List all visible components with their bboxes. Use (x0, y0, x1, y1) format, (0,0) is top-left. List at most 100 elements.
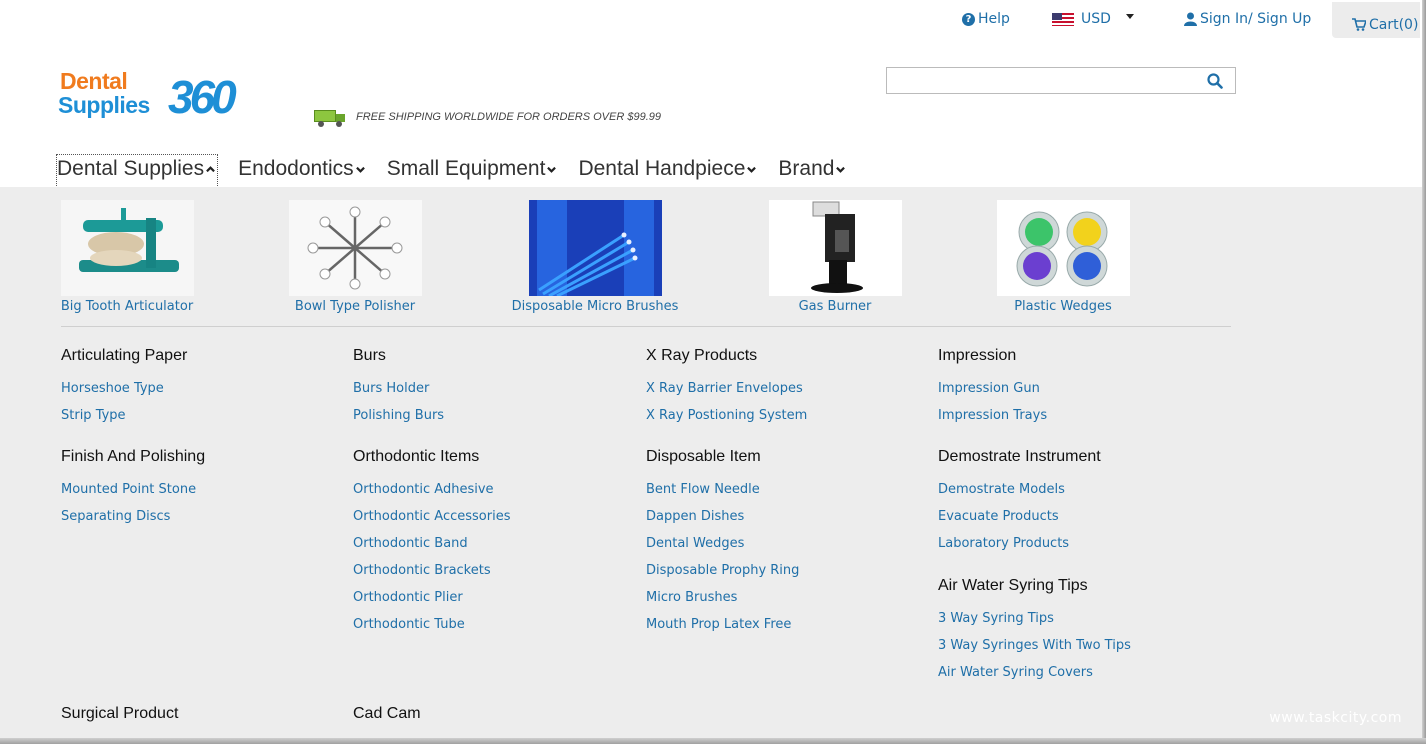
featured-product-name[interactable]: Plastic Wedges (978, 299, 1148, 314)
featured-product-name[interactable]: Big Tooth Articulator (42, 299, 212, 314)
category-title[interactable]: Burs (353, 347, 444, 365)
category-disposable-item: Disposable Item Bent Flow Needle Dappen … (646, 448, 799, 638)
featured-product[interactable]: Bowl Type Polisher (270, 200, 440, 314)
category-link[interactable]: Orthodontic Tube (353, 611, 511, 638)
category-title[interactable]: Surgical Product (61, 705, 229, 723)
nav-dental-handpiece[interactable]: Dental Handpiece (578, 154, 758, 188)
category-x-ray-products: X Ray Products X Ray Barrier Envelopes X… (646, 347, 807, 429)
featured-product-name[interactable]: Gas Burner (750, 299, 920, 314)
category-link[interactable]: Impression Trays (938, 402, 1047, 429)
category-title[interactable]: Air Water Syring Tips (938, 577, 1131, 595)
category-orthodontic-items: Orthodontic Items Orthodontic Adhesive O… (353, 448, 511, 638)
category-link[interactable]: X Ray Barrier Envelopes (646, 375, 807, 402)
featured-product[interactable]: Big Tooth Articulator (42, 200, 212, 314)
nav-label: Dental Handpiece (578, 157, 746, 180)
category-link[interactable]: Strip Type (61, 402, 187, 429)
currency-selector[interactable]: USD (1052, 11, 1111, 27)
cart-label: Cart(0) (1369, 16, 1419, 33)
category-articulating-paper: Articulating Paper Horseshoe Type Strip … (61, 347, 187, 429)
us-flag-icon (1052, 12, 1074, 26)
nav-dental-supplies[interactable]: Dental Supplies (56, 154, 219, 188)
micro-brushes-image[interactable] (528, 200, 662, 296)
divider (61, 326, 1231, 327)
category-link[interactable]: Demostrate Models (938, 476, 1101, 503)
nav-label: Small Equipment (386, 157, 546, 180)
category-link[interactable]: Burs Holder (353, 375, 444, 402)
category-link[interactable]: Dappen Dishes (646, 503, 799, 530)
category-title[interactable]: Cad Cam (353, 705, 421, 723)
category-link[interactable]: Impression Gun (938, 375, 1047, 402)
category-link[interactable]: Polishing Burs (353, 402, 444, 429)
category-link[interactable]: 3 Way Syring Tips (938, 605, 1131, 632)
category-link[interactable]: Separating Discs (61, 503, 205, 530)
featured-product-name[interactable]: Bowl Type Polisher (270, 299, 440, 314)
category-link[interactable]: Orthodontic Band (353, 530, 511, 557)
category-title[interactable]: Demostrate Instrument (938, 448, 1101, 466)
category-link[interactable]: Horseshoe Type (61, 375, 187, 402)
category-link[interactable]: X Ray Postioning System (646, 402, 807, 429)
logo-number: 360 (168, 71, 237, 123)
category-link[interactable]: Disposable Prophy Ring (646, 557, 799, 584)
logo-word-supplies: Supplies (58, 92, 150, 118)
watermark: www.taskcity.com (1269, 710, 1402, 726)
category-title[interactable]: X Ray Products (646, 347, 807, 365)
category-link[interactable]: Laboratory Products (938, 530, 1101, 557)
currency-label: USD (1081, 11, 1111, 27)
help-label: Help (978, 11, 1010, 27)
truck-icon (314, 108, 346, 127)
main-nav: Dental Supplies Endodontics Small Equipm… (56, 154, 867, 188)
chevron-up-icon (206, 165, 215, 172)
search-icon[interactable] (1207, 73, 1223, 89)
nav-brand[interactable]: Brand (778, 154, 847, 188)
category-title[interactable]: Orthodontic Items (353, 448, 511, 466)
featured-product[interactable]: Disposable Micro Brushes (510, 200, 680, 314)
category-title[interactable]: Impression (938, 347, 1047, 365)
free-shipping-banner: FREE SHIPPING WORLDWIDE FOR ORDERS OVER … (314, 108, 662, 127)
sign-in-link[interactable]: Sign In/ Sign Up (1184, 11, 1311, 27)
category-finish-and-polishing: Finish And Polishing Mounted Point Stone… (61, 448, 205, 530)
category-demostrate-instrument: Demostrate Instrument Demostrate Models … (938, 448, 1101, 557)
nav-label: Brand (778, 157, 835, 180)
plastic-wedges-image[interactable] (996, 200, 1130, 296)
featured-product-name[interactable]: Disposable Micro Brushes (510, 299, 680, 314)
category-link[interactable]: Orthodontic Brackets (353, 557, 511, 584)
page-edge-shadow (1422, 0, 1426, 744)
top-bar: ? Help USD Sign In/ Sign Up Cart(0) (0, 0, 1426, 40)
polisher-image[interactable] (288, 200, 422, 296)
mega-menu-panel: Big Tooth Articulator Bowl Type Polisher (0, 187, 1422, 744)
category-air-water-syring-tips: Air Water Syring Tips 3 Way Syring Tips … (938, 577, 1131, 686)
category-title[interactable]: Disposable Item (646, 448, 799, 466)
category-title[interactable]: Articulating Paper (61, 347, 187, 365)
search-input[interactable] (887, 68, 1197, 93)
nav-small-equipment[interactable]: Small Equipment (387, 154, 559, 188)
chevron-down-icon (355, 166, 365, 173)
category-link[interactable]: Mouth Prop Latex Free (646, 611, 799, 638)
help-link[interactable]: ? Help (962, 11, 1010, 27)
category-link[interactable]: Orthodontic Accessories (353, 503, 511, 530)
gas-burner-image[interactable] (768, 200, 902, 296)
category-title[interactable]: Finish And Polishing (61, 448, 205, 466)
category-link[interactable]: Dental Wedges (646, 530, 799, 557)
currency-caret-icon[interactable] (1126, 14, 1134, 19)
featured-product[interactable]: Plastic Wedges (978, 200, 1148, 314)
category-link[interactable]: Orthodontic Plier (353, 584, 511, 611)
category-link[interactable]: Evacuate Products (938, 503, 1101, 530)
cart-button[interactable]: Cart(0) (1332, 2, 1420, 38)
user-icon (1184, 12, 1197, 26)
category-burs: Burs Burs Holder Polishing Burs (353, 347, 444, 429)
featured-product[interactable]: Gas Burner (750, 200, 920, 314)
sign-in-label: Sign In/ Sign Up (1200, 11, 1312, 27)
category-link[interactable]: Orthodontic Adhesive (353, 476, 511, 503)
logo-word-dental: Dental (60, 68, 128, 94)
nav-endodontics[interactable]: Endodontics (238, 154, 367, 188)
chevron-down-icon (547, 166, 557, 173)
category-impression: Impression Impression Gun Impression Tra… (938, 347, 1047, 429)
site-logo[interactable]: Dental Supplies 360 (58, 68, 258, 128)
shipping-text: FREE SHIPPING WORLDWIDE FOR ORDERS OVER … (356, 111, 662, 123)
category-link[interactable]: 3 Way Syringes With Two Tips (938, 632, 1131, 659)
category-link[interactable]: Air Water Syring Covers (938, 659, 1131, 686)
articulator-image[interactable] (60, 200, 194, 296)
category-link[interactable]: Micro Brushes (646, 584, 799, 611)
category-link[interactable]: Mounted Point Stone (61, 476, 205, 503)
category-link[interactable]: Bent Flow Needle (646, 476, 799, 503)
